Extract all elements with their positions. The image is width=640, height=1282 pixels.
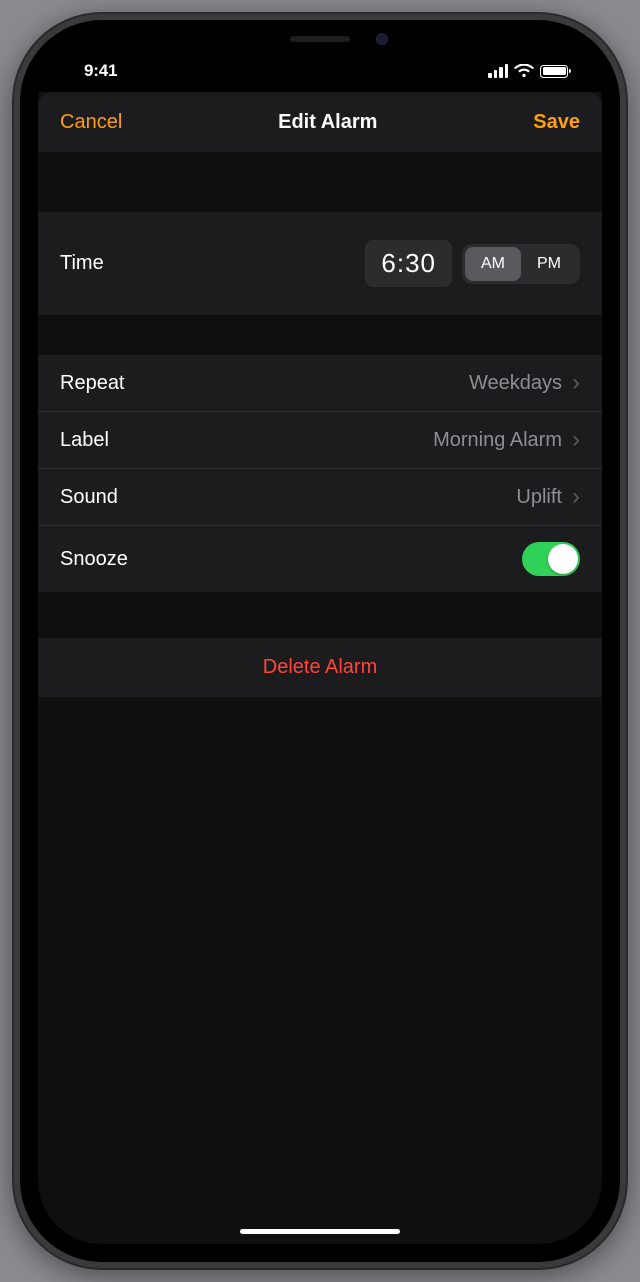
snooze-toggle[interactable] [522, 542, 580, 576]
segment-pm[interactable]: PM [521, 247, 577, 281]
wifi-icon [514, 64, 534, 78]
home-indicator[interactable] [240, 1229, 400, 1234]
cellular-signal-icon [488, 64, 508, 78]
battery-icon [540, 65, 568, 78]
time-label: Time [60, 252, 104, 275]
front-camera [376, 33, 388, 45]
status-time: 9:41 [66, 61, 117, 81]
time-section: Time 6:30 AM PM [38, 212, 602, 315]
status-right [488, 64, 574, 78]
options-list: Repeat Weekdays › Label Morning Alarm › [38, 355, 602, 592]
spacer [38, 697, 602, 1244]
chevron-right-icon: › [572, 485, 580, 509]
time-picker[interactable]: 6:30 [365, 240, 452, 287]
time-row: Time 6:30 AM PM [38, 212, 602, 315]
row-label: Snooze [60, 548, 128, 571]
row-value: Weekdays [469, 372, 562, 395]
nav-bar: Cancel Edit Alarm Save [38, 92, 602, 152]
row-label-name[interactable]: Label Morning Alarm › [38, 412, 602, 469]
row-snooze: Snooze [38, 526, 602, 592]
speaker-grille [290, 36, 350, 42]
row-label: Sound [60, 486, 118, 509]
modal-sheet: Cancel Edit Alarm Save Time 6:30 AM PM [38, 92, 602, 1244]
row-value: Morning Alarm [433, 429, 562, 452]
notch [190, 20, 450, 58]
time-controls: 6:30 AM PM [365, 240, 580, 287]
delete-alarm-button[interactable]: Delete Alarm [38, 638, 602, 697]
row-label: Repeat [60, 372, 125, 395]
row-sound[interactable]: Sound Uplift › [38, 469, 602, 526]
save-button[interactable]: Save [533, 111, 580, 134]
device-frame: 9:41 Cancel Edit Alarm Save T [14, 14, 626, 1268]
row-repeat[interactable]: Repeat Weekdays › [38, 355, 602, 412]
ampm-segmented-control[interactable]: AM PM [462, 244, 580, 284]
screen: 9:41 Cancel Edit Alarm Save T [38, 38, 602, 1244]
row-value: Uplift [516, 486, 562, 509]
delete-section: Delete Alarm [38, 638, 602, 697]
cancel-button[interactable]: Cancel [60, 111, 122, 134]
row-label: Label [60, 429, 109, 452]
chevron-right-icon: › [572, 371, 580, 395]
segment-am[interactable]: AM [465, 247, 521, 281]
chevron-right-icon: › [572, 428, 580, 452]
bezel: 9:41 Cancel Edit Alarm Save T [20, 20, 620, 1262]
nav-title: Edit Alarm [278, 111, 377, 134]
